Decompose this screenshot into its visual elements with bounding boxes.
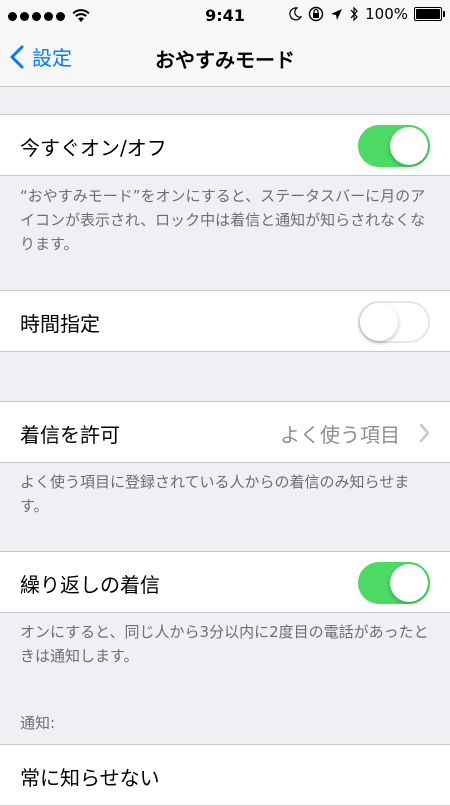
toggle-knob [390, 127, 428, 165]
manual-footer: “おやすみモード”をオンにすると、ステータスバーに月のアイコンが表示され、ロック… [20, 187, 426, 253]
allow-calls-label: 着信を許可 [20, 423, 120, 447]
rotation-lock-icon [308, 6, 324, 22]
manual-toggle-switch[interactable] [358, 125, 430, 167]
manual-toggle-row: 今すぐオン/オフ [0, 114, 450, 176]
scheduled-toggle-label: 時間指定 [20, 312, 100, 336]
silence-row[interactable]: 常に知らせない [0, 744, 450, 806]
allow-calls-row[interactable]: 着信を許可 よく使う項目 [0, 401, 450, 463]
battery-percentage: 100% [365, 5, 408, 23]
scheduled-toggle-row: 時間指定 [0, 290, 450, 352]
silence-label: 常に知らせない [20, 766, 160, 790]
page-title: おやすみモード [155, 48, 295, 72]
status-bar: 9:41 100% [0, 0, 450, 30]
battery-fill [416, 9, 440, 19]
moon-icon [289, 7, 303, 21]
status-right: 100% [288, 5, 445, 23]
battery-icon [414, 7, 445, 21]
toggle-knob [360, 303, 398, 341]
repeated-calls-row: 繰り返しの着信 [0, 551, 450, 613]
allow-calls-footer: よく使う項目に登録されている人からの着信のみ知らせます。 [20, 473, 410, 515]
chevron-right-icon [419, 423, 430, 443]
toggle-knob [390, 564, 428, 602]
bluetooth-icon [350, 6, 358, 22]
screen: 9:41 100% 設定 おやすみモード 今すぐオン/オフ “おやすみモード”を… [0, 0, 450, 806]
repeated-calls-footer: オンにすると、同じ人から3分以内に2度目の電話があったときは通知します。 [20, 623, 429, 665]
navigation-bar: 設定 おやすみモード [0, 30, 450, 87]
repeated-calls-label: 繰り返しの着信 [20, 573, 160, 597]
repeated-calls-toggle-switch[interactable] [358, 562, 430, 604]
location-icon [331, 8, 343, 20]
silence-section-header: 通知: [20, 714, 56, 732]
scheduled-toggle-switch[interactable] [358, 301, 430, 343]
manual-toggle-label: 今すぐオン/オフ [20, 136, 167, 160]
allow-calls-value: よく使う項目 [280, 423, 400, 447]
